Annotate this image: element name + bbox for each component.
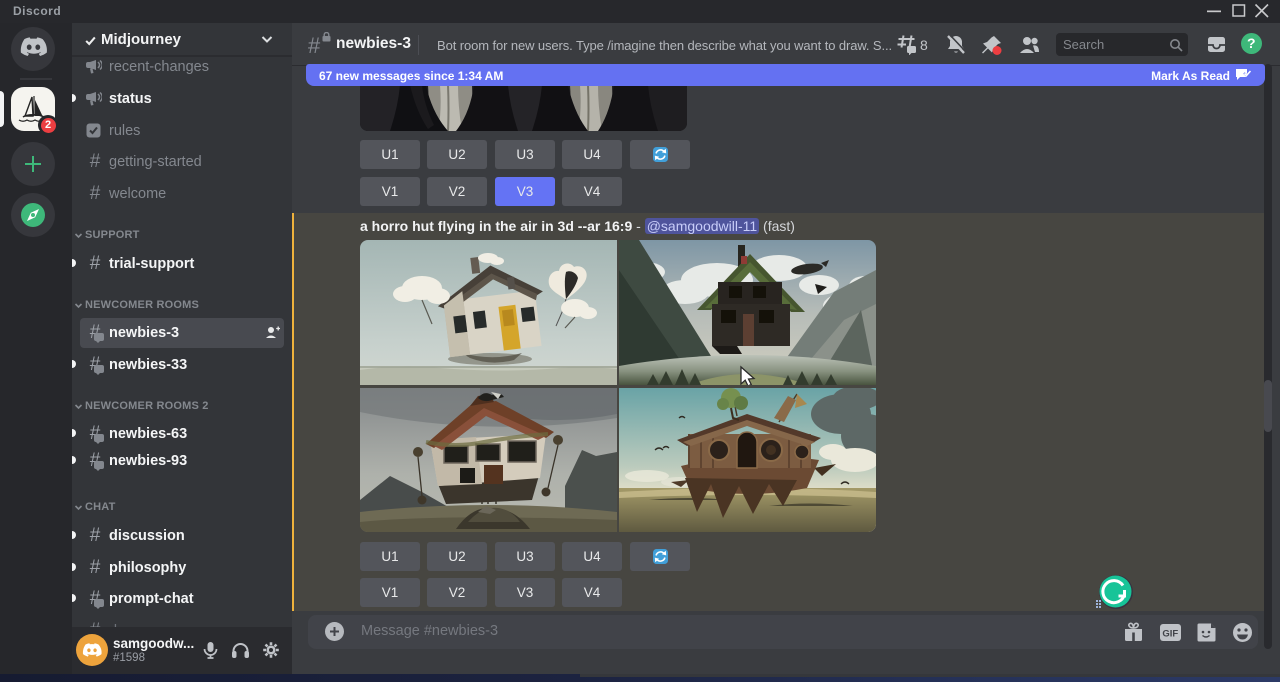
svg-text:GIF: GIF: [1162, 629, 1178, 640]
